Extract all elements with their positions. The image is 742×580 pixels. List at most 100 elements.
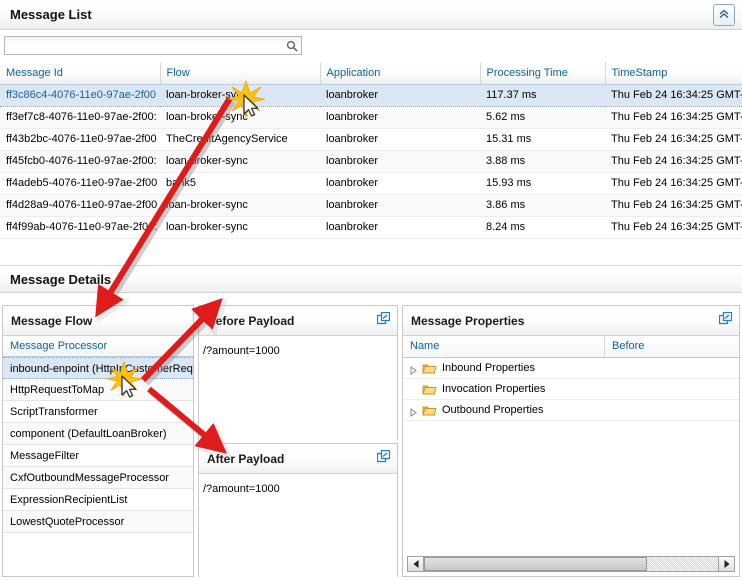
message-flow-title: Message Flow — [11, 314, 92, 328]
table-row[interactable]: ff43b2bc-4076-11e0-97ae-2f00TheCreditAge… — [0, 128, 742, 150]
message-flow-panel-header: Message Flow — [3, 306, 193, 336]
folder-icon — [422, 383, 437, 396]
scrollbar-thumb[interactable] — [424, 557, 647, 571]
message-id-cell: ff3c86c4-4076-11e0-97ae-2f00 — [0, 84, 160, 106]
search-box[interactable] — [4, 36, 302, 55]
processing-time-cell: 5.62 ms — [480, 106, 605, 128]
column-header-before[interactable]: Before — [605, 336, 739, 357]
before-payload-body[interactable]: /?amount=1000 — [199, 336, 397, 443]
table-row[interactable]: ff4d28a9-4076-11e0-97ae-2f00loan-broker-… — [0, 194, 742, 216]
tree-row[interactable]: Inbound Properties — [403, 358, 739, 379]
scroll-right-icon — [724, 560, 729, 568]
message-flow-item[interactable]: HttpRequestToMap — [3, 379, 193, 401]
expand-arrow-icon[interactable] — [409, 362, 422, 375]
table-row[interactable]: ff4f99ab-4076-11e0-97ae-2f00:loan-broker… — [0, 216, 742, 238]
after-payload-body[interactable]: /?amount=1000 — [199, 474, 397, 580]
tree-item-label: Invocation Properties — [441, 379, 545, 400]
message-flow-item[interactable]: ExpressionRecipientList — [3, 489, 193, 511]
scroll-left-button[interactable] — [408, 557, 424, 571]
table-row[interactable]: ff3c86c4-4076-11e0-97ae-2f00loan-broker-… — [0, 84, 742, 106]
flow-cell: loan-broker-sync — [160, 84, 320, 106]
tree-row[interactable]: Invocation Properties — [403, 379, 739, 400]
before-payload-panel: Before Payload /?amount=1000 — [198, 305, 398, 440]
table-body: ff3c86c4-4076-11e0-97ae-2f00loan-broker-… — [0, 84, 742, 238]
message-flow-item[interactable]: LowestQuoteProcessor — [3, 511, 193, 533]
column-header-processing-time[interactable]: Processing Time — [480, 62, 605, 84]
after-payload-panel: After Payload /?amount=1000 — [198, 443, 398, 577]
section-separator — [0, 246, 742, 266]
application-cell: loanbroker — [320, 150, 480, 172]
message-id-cell: ff4d28a9-4076-11e0-97ae-2f00 — [0, 194, 160, 216]
scroll-left-icon — [413, 560, 418, 568]
timestamp-cell: Thu Feb 24 16:34:25 GMT-8 — [605, 150, 742, 172]
collapse-panel-button[interactable] — [713, 4, 735, 26]
message-list-table: Message Id Flow Application Processing T… — [0, 62, 742, 239]
tree-item-label: Inbound Properties — [441, 358, 535, 379]
application-cell: loanbroker — [320, 172, 480, 194]
message-id-cell: ff4f99ab-4076-11e0-97ae-2f00: — [0, 216, 160, 238]
timestamp-cell: Thu Feb 24 16:34:25 GMT-8 — [605, 84, 742, 106]
column-header-application[interactable]: Application — [320, 62, 480, 84]
external-link-icon[interactable] — [377, 450, 390, 463]
message-list-table-wrapper[interactable]: Message Id Flow Application Processing T… — [0, 62, 742, 246]
column-header-timestamp[interactable]: TimeStamp — [605, 62, 742, 84]
processing-time-cell: 8.24 ms — [480, 216, 605, 238]
after-payload-content: /?amount=1000 — [203, 483, 280, 495]
external-link-icon[interactable] — [377, 312, 390, 325]
message-browser-app: Message List — [0, 0, 742, 579]
flow-cell: loan-broker-sync — [160, 216, 320, 238]
message-properties-tree[interactable]: Inbound PropertiesInvocation PropertiesO… — [403, 358, 739, 421]
message-processor-column-header[interactable]: Message Processor — [3, 336, 193, 357]
table-row[interactable]: ff45fcb0-4076-11e0-97ae-2f00:loan-broker… — [0, 150, 742, 172]
search-row — [0, 30, 742, 62]
message-flow-item[interactable]: CxfOutboundMessageProcessor — [3, 467, 193, 489]
message-flow-item[interactable]: inbound-enpoint (HttpInCustomerReq — [3, 357, 193, 379]
message-id-cell: ff3ef7c8-4076-11e0-97ae-2f00: — [0, 106, 160, 128]
message-flow-item[interactable]: MessageFilter — [3, 445, 193, 467]
after-payload-title: After Payload — [207, 452, 284, 466]
search-input[interactable] — [5, 37, 285, 54]
message-flow-item[interactable]: component (DefaultLoanBroker) — [3, 423, 193, 445]
table-header: Message Id Flow Application Processing T… — [0, 62, 742, 84]
processing-time-cell: 3.88 ms — [480, 150, 605, 172]
flow-cell: loan-broker-sync — [160, 150, 320, 172]
message-flow-list[interactable]: inbound-enpoint (HttpInCustomerReqHttpRe… — [3, 357, 193, 533]
message-properties-column-headers: Name Before — [403, 336, 739, 358]
timestamp-cell: Thu Feb 24 16:34:25 GMT-8 — [605, 216, 742, 238]
tree-row[interactable]: Outbound Properties — [403, 400, 739, 421]
processing-time-cell: 15.93 ms — [480, 172, 605, 194]
timestamp-cell: Thu Feb 24 16:34:25 GMT-8 — [605, 194, 742, 216]
message-id-cell: ff45fcb0-4076-11e0-97ae-2f00: — [0, 150, 160, 172]
message-details-header: Message Details — [0, 265, 742, 293]
timestamp-cell: Thu Feb 24 16:34:25 GMT-8 — [605, 106, 742, 128]
chevron-double-up-icon — [718, 8, 730, 20]
expand-arrow-icon[interactable] — [409, 404, 422, 417]
message-id-cell: ff4adeb5-4076-11e0-97ae-2f00 — [0, 172, 160, 194]
tree-spacer — [409, 383, 422, 396]
folder-icon — [422, 404, 437, 417]
application-cell: loanbroker — [320, 106, 480, 128]
column-header-flow[interactable]: Flow — [160, 62, 320, 84]
message-properties-panel: Message Properties Name Before Inbound P… — [402, 305, 740, 577]
scroll-right-button[interactable] — [718, 557, 734, 571]
before-payload-panel-header: Before Payload — [199, 306, 397, 336]
message-properties-panel-header: Message Properties — [403, 306, 739, 336]
column-header-name[interactable]: Name — [403, 336, 605, 357]
message-flow-item[interactable]: ScriptTransformer — [3, 401, 193, 423]
application-cell: loanbroker — [320, 216, 480, 238]
processing-time-cell: 117.37 ms — [480, 84, 605, 106]
table-row[interactable]: ff3ef7c8-4076-11e0-97ae-2f00:loan-broker… — [0, 106, 742, 128]
message-properties-title: Message Properties — [411, 314, 524, 328]
flow-cell: bank5 — [160, 172, 320, 194]
table-header-row: Message Id Flow Application Processing T… — [0, 62, 742, 84]
scrollbar-track[interactable] — [424, 557, 718, 571]
column-header-message-id[interactable]: Message Id — [0, 62, 160, 84]
table-row[interactable]: ff4adeb5-4076-11e0-97ae-2f00bank5loanbro… — [0, 172, 742, 194]
before-payload-content: /?amount=1000 — [203, 345, 280, 357]
after-payload-panel-header: After Payload — [199, 444, 397, 474]
search-icon[interactable] — [286, 40, 298, 52]
flow-cell: TheCreditAgencyService — [160, 128, 320, 150]
external-link-icon[interactable] — [719, 312, 732, 325]
folder-icon — [422, 362, 437, 375]
message-properties-horizontal-scrollbar[interactable] — [407, 556, 735, 572]
